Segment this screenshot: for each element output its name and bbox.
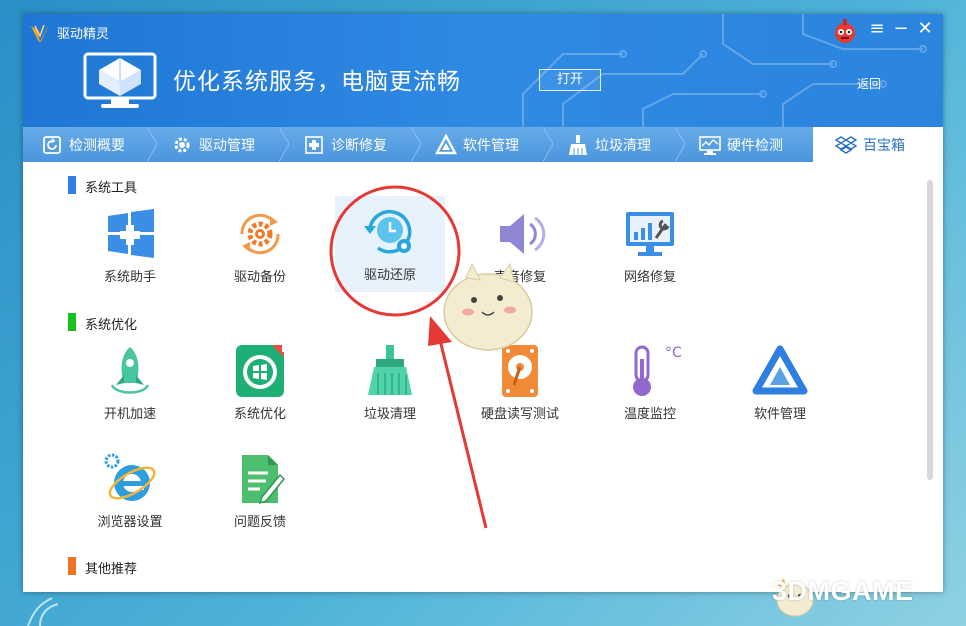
scrollbar[interactable] xyxy=(927,180,933,480)
refresh-icon xyxy=(43,135,61,154)
system-optimize-icon xyxy=(236,345,284,397)
tab-label: 软件管理 xyxy=(463,137,519,154)
section-title-other-recommend: 其他推荐 xyxy=(85,562,138,577)
ie-browser-icon xyxy=(104,453,156,501)
tab-label: 检测概要 xyxy=(69,137,125,154)
medical-cross-icon xyxy=(305,135,323,154)
watermark-text: 3DMGAME xyxy=(772,576,914,606)
section-title-system-optimize: 系统优化 xyxy=(85,318,138,333)
tool-label: 问题反馈 xyxy=(233,515,286,530)
tab-bar: 检测概要 驱动管理 诊断修复 软件管理 垃圾清理 硬件检测 百宝箱 xyxy=(23,127,943,162)
tab-label: 硬件检测 xyxy=(727,137,783,154)
tool-browser-settings[interactable]: 浏览器设置 xyxy=(75,447,185,537)
tool-label: 驱动备份 xyxy=(233,270,286,285)
triangle-logo-icon xyxy=(752,345,808,395)
app-window: 驱动精灵 ≡ − ✕ 优化系统服务，电脑更流畅 打开 返回 检测概要 驱动管理 … xyxy=(23,14,943,592)
tab-diagnose-repair[interactable]: 诊断修复 xyxy=(285,127,421,162)
tab-software-manage[interactable]: 软件管理 xyxy=(417,127,553,162)
tool-disk-rw-test[interactable]: 硬盘读写测试 xyxy=(465,339,575,429)
tool-driver-restore[interactable]: 驱动还原 xyxy=(335,196,445,292)
desktop-plant-decoration xyxy=(27,597,59,626)
rocket-icon xyxy=(110,347,150,394)
tool-system-assistant[interactable]: 系统助手 xyxy=(75,202,185,292)
tool-label: 系统助手 xyxy=(103,270,156,285)
network-repair-icon xyxy=(626,212,674,256)
windows-plus-icon xyxy=(108,209,154,258)
broom-icon xyxy=(569,134,587,155)
hard-disk-icon xyxy=(502,345,538,397)
minimize-icon[interactable]: − xyxy=(892,19,910,39)
open-button[interactable]: 打开 xyxy=(539,69,601,91)
tool-sound-repair[interactable]: 声音修复 xyxy=(465,202,575,292)
gear-backup-icon xyxy=(240,213,280,255)
gear-icon xyxy=(174,137,190,152)
tool-temperature-monitor[interactable]: °C 温度监控 xyxy=(595,339,705,429)
triangle-logo-icon xyxy=(435,133,457,154)
tool-label: 温度监控 xyxy=(623,407,676,422)
tool-feedback[interactable]: 问题反馈 xyxy=(205,447,315,537)
monitor-chart-icon xyxy=(699,135,721,155)
tool-label: 系统优化 xyxy=(233,407,286,422)
slogan-title: 优化系统服务，电脑更流畅 xyxy=(173,69,461,95)
tab-label: 百宝箱 xyxy=(863,137,905,154)
tab-hardware-detect[interactable]: 硬件检测 xyxy=(681,127,813,162)
tab-label: 驱动管理 xyxy=(199,137,255,154)
section-title-system-tools: 系统工具 xyxy=(85,181,138,196)
tool-network-repair[interactable]: 网络修复 xyxy=(595,202,705,292)
tool-label: 垃圾清理 xyxy=(363,407,416,422)
app-title: 驱动精灵 xyxy=(57,27,110,42)
mascot-icon[interactable] xyxy=(833,18,857,44)
tool-label: 开机加速 xyxy=(103,407,156,422)
section-marker xyxy=(68,313,76,331)
tool-label: 硬盘读写测试 xyxy=(480,407,559,422)
section-marker xyxy=(68,557,76,575)
tool-system-optimize[interactable]: 系统优化 N xyxy=(205,339,315,429)
clock-restore-icon xyxy=(364,210,412,254)
tab-toolbox[interactable]: 百宝箱 xyxy=(813,127,943,162)
temperature-unit: °C xyxy=(665,345,682,361)
header-banner: 驱动精灵 ≡ − ✕ 优化系统服务，电脑更流畅 打开 返回 xyxy=(23,14,943,127)
app-logo-icon xyxy=(31,24,49,42)
tab-label: 垃圾清理 xyxy=(595,137,651,154)
tab-junk-clean[interactable]: 垃圾清理 xyxy=(549,127,685,162)
tool-junk-clean[interactable]: 垃圾清理 xyxy=(335,339,445,429)
back-link[interactable]: 返回 xyxy=(857,75,881,92)
tool-label: 网络修复 xyxy=(623,270,676,285)
tool-label: 声音修复 xyxy=(493,270,546,285)
tool-boot-speedup[interactable]: 开机加速 xyxy=(75,339,185,429)
tab-driver-manage[interactable]: 驱动管理 xyxy=(153,127,289,162)
speaker-icon xyxy=(500,214,546,254)
tool-label: 驱动还原 xyxy=(363,268,416,283)
tool-label: 浏览器设置 xyxy=(97,515,163,530)
close-icon[interactable]: ✕ xyxy=(916,19,934,39)
feedback-doc-icon xyxy=(242,455,286,505)
new-badge: N xyxy=(281,342,291,355)
toolbox-monitor-icon xyxy=(83,52,157,108)
dropbox-icon xyxy=(835,135,857,154)
menu-icon[interactable]: ≡ xyxy=(868,19,886,39)
tool-software-manage[interactable]: 软件管理 xyxy=(725,339,835,429)
broom-icon xyxy=(368,345,412,395)
tab-detect-summary[interactable]: 检测概要 xyxy=(23,127,157,162)
tab-label: 诊断修复 xyxy=(331,137,387,154)
section-marker xyxy=(68,176,76,194)
tool-label: 软件管理 xyxy=(753,407,806,422)
toolbox-content: 系统工具 系统助手 驱动备份 驱动还原 声音修复 网络修复 系统优化 开机加速 … xyxy=(23,162,943,592)
tool-driver-backup[interactable]: 驱动备份 xyxy=(205,202,315,292)
